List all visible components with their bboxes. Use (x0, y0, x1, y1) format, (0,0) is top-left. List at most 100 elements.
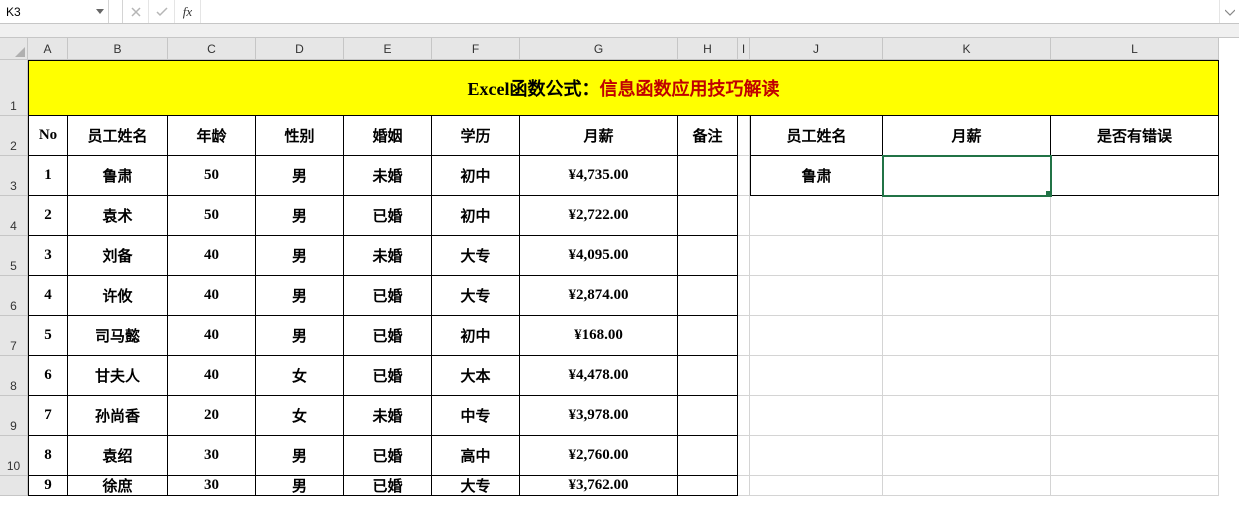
cell-B9[interactable]: 孙尚香 (68, 396, 168, 436)
col-header-L[interactable]: L (1051, 38, 1219, 60)
cell-D9[interactable]: 女 (256, 396, 344, 436)
cell-L8[interactable] (1051, 356, 1219, 396)
col-header-F[interactable]: F (432, 38, 520, 60)
cell-D5[interactable]: 男 (256, 236, 344, 276)
cell-K8[interactable] (883, 356, 1051, 396)
cell-K11[interactable] (883, 476, 1051, 496)
cell-D10[interactable]: 男 (256, 436, 344, 476)
cell-G5[interactable]: ¥4,095.00 (520, 236, 678, 276)
cell-G3[interactable]: ¥4,735.00 (520, 156, 678, 196)
cell-C3[interactable]: 50 (168, 156, 256, 196)
cell-G4[interactable]: ¥2,722.00 (520, 196, 678, 236)
cell-C11[interactable]: 30 (168, 476, 256, 496)
title-cell[interactable]: Excel函数公式：信息函数应用技巧解读 (28, 60, 1219, 116)
cell-B10[interactable]: 袁绍 (68, 436, 168, 476)
cell-L4[interactable] (1051, 196, 1219, 236)
cell-H3[interactable] (678, 156, 738, 196)
cancel-formula-button[interactable] (123, 0, 149, 23)
cell-E7[interactable]: 已婚 (344, 316, 432, 356)
cell-K4[interactable] (883, 196, 1051, 236)
cell-G8[interactable]: ¥4,478.00 (520, 356, 678, 396)
cell-J7[interactable] (750, 316, 883, 356)
cell-G9[interactable]: ¥3,978.00 (520, 396, 678, 436)
cell-A6[interactable]: 4 (28, 276, 68, 316)
cell-G7[interactable]: ¥168.00 (520, 316, 678, 356)
cell-J5[interactable] (750, 236, 883, 276)
cell-E10[interactable]: 已婚 (344, 436, 432, 476)
row-header-11-partial[interactable] (0, 476, 28, 496)
cell-J6[interactable] (750, 276, 883, 316)
row-header-4[interactable]: 4 (0, 196, 28, 236)
col-header-D[interactable]: D (256, 38, 344, 60)
cell-H8[interactable] (678, 356, 738, 396)
col-header-E[interactable]: E (344, 38, 432, 60)
cell-I3[interactable] (738, 156, 750, 196)
cell-A9[interactable]: 7 (28, 396, 68, 436)
cell-G6[interactable]: ¥2,874.00 (520, 276, 678, 316)
name-box-dropdown[interactable] (92, 0, 108, 23)
cell-D4[interactable]: 男 (256, 196, 344, 236)
select-all-corner[interactable] (0, 38, 28, 60)
cell-D3[interactable]: 男 (256, 156, 344, 196)
col-header-C[interactable]: C (168, 38, 256, 60)
cell-F10[interactable]: 高中 (432, 436, 520, 476)
row-header-2[interactable]: 2 (0, 116, 28, 156)
cell-B3[interactable]: 鲁肃 (68, 156, 168, 196)
cell-L11[interactable] (1051, 476, 1219, 496)
row-header-8[interactable]: 8 (0, 356, 28, 396)
formula-input[interactable] (201, 0, 1219, 23)
cell-G10[interactable]: ¥2,760.00 (520, 436, 678, 476)
cell-I7[interactable] (738, 316, 750, 356)
cell-E11[interactable]: 已婚 (344, 476, 432, 496)
cell-E8[interactable]: 已婚 (344, 356, 432, 396)
cell-A4[interactable]: 2 (28, 196, 68, 236)
cell-L7[interactable] (1051, 316, 1219, 356)
cell-A7[interactable]: 5 (28, 316, 68, 356)
cell-J10[interactable] (750, 436, 883, 476)
cell-F8[interactable]: 大本 (432, 356, 520, 396)
header-lookup-error[interactable]: 是否有错误 (1051, 116, 1219, 156)
cell-B5[interactable]: 刘备 (68, 236, 168, 276)
cell-I8[interactable] (738, 356, 750, 396)
cell-C9[interactable]: 20 (168, 396, 256, 436)
cell-K5[interactable] (883, 236, 1051, 276)
cell-J9[interactable] (750, 396, 883, 436)
cell-C7[interactable]: 40 (168, 316, 256, 356)
cell-B4[interactable]: 袁术 (68, 196, 168, 236)
cell-F6[interactable]: 大专 (432, 276, 520, 316)
header-marital[interactable]: 婚姻 (344, 116, 432, 156)
cell-H9[interactable] (678, 396, 738, 436)
cell-L5[interactable] (1051, 236, 1219, 276)
header-no[interactable]: No (28, 116, 68, 156)
header-salary[interactable]: 月薪 (520, 116, 678, 156)
cell-C10[interactable]: 30 (168, 436, 256, 476)
cell-F7[interactable]: 初中 (432, 316, 520, 356)
cell-A5[interactable]: 3 (28, 236, 68, 276)
cell-H5[interactable] (678, 236, 738, 276)
name-box[interactable] (0, 0, 92, 23)
cell-K9[interactable] (883, 396, 1051, 436)
row-header-10[interactable]: 10 (0, 436, 28, 476)
cell-B8[interactable]: 甘夫人 (68, 356, 168, 396)
header-age[interactable]: 年龄 (168, 116, 256, 156)
cell-A10[interactable]: 8 (28, 436, 68, 476)
cell-J8[interactable] (750, 356, 883, 396)
cell-C4[interactable]: 50 (168, 196, 256, 236)
cell-H6[interactable] (678, 276, 738, 316)
cell-H10[interactable] (678, 436, 738, 476)
header-lookup-name[interactable]: 员工姓名 (750, 116, 883, 156)
cell-A8[interactable]: 6 (28, 356, 68, 396)
insert-function-button[interactable]: fx (175, 0, 201, 23)
col-header-G[interactable]: G (520, 38, 678, 60)
cell-B6[interactable]: 许攸 (68, 276, 168, 316)
cell-I4[interactable] (738, 196, 750, 236)
cell-K7[interactable] (883, 316, 1051, 356)
cell-E9[interactable]: 未婚 (344, 396, 432, 436)
cell-B11[interactable]: 徐庶 (68, 476, 168, 496)
cell-C8[interactable]: 40 (168, 356, 256, 396)
enter-formula-button[interactable] (149, 0, 175, 23)
cell-B7[interactable]: 司马懿 (68, 316, 168, 356)
cell-H7[interactable] (678, 316, 738, 356)
cell-F5[interactable]: 大专 (432, 236, 520, 276)
cell-I10[interactable] (738, 436, 750, 476)
